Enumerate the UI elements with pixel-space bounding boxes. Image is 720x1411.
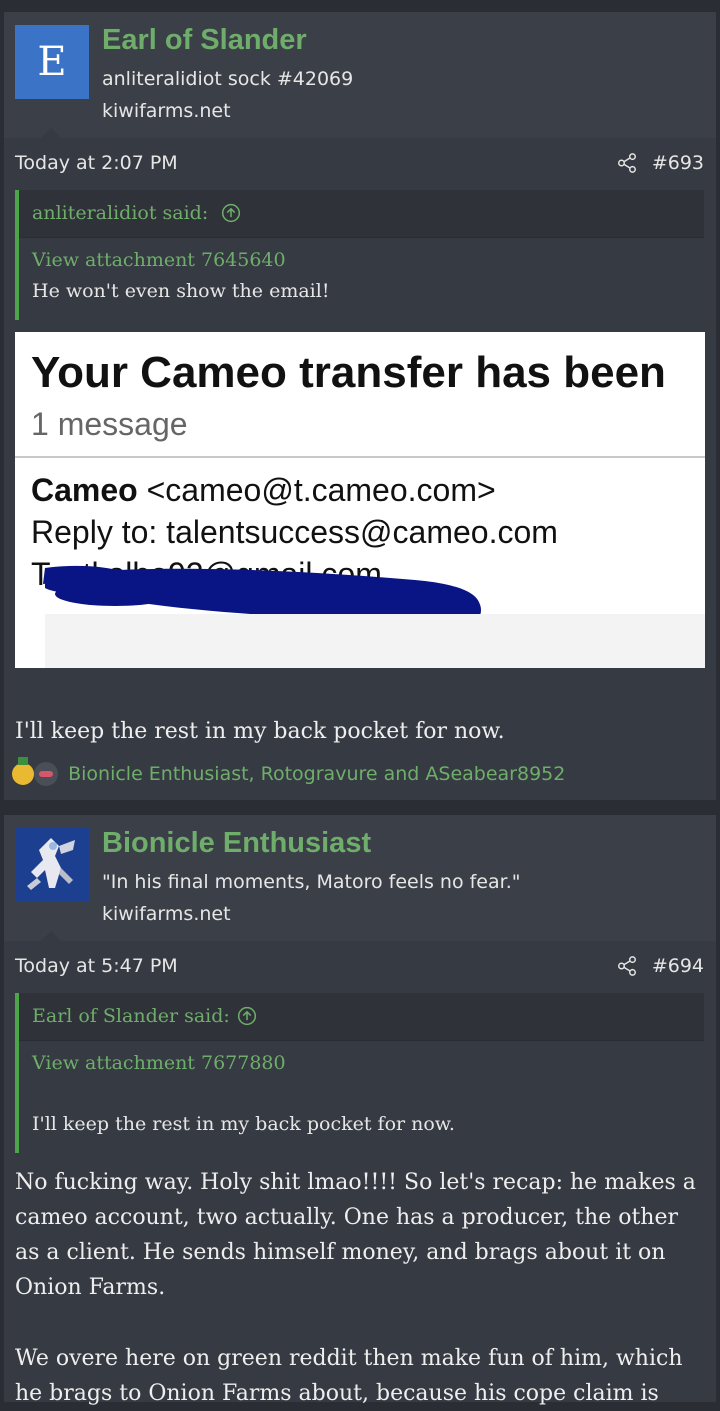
avatar[interactable] [15,828,89,902]
post-meta: Today at 2:07 PM #693 [4,138,716,186]
quote-body: View attachment 7645640 He won't even sh… [19,238,704,320]
reactions-names[interactable]: Bionicle Enthusiast, Rotogravure and ASe… [68,763,565,785]
share-icon[interactable] [616,955,638,977]
body-line: We overe here on green reddit then make … [15,1346,683,1371]
quote-body: View attachment 7677880 I'll keep the re… [19,1041,704,1153]
body-line-blank [15,1305,705,1341]
user-site: kiwifarms.net [102,100,231,122]
user-site: kiwifarms.net [102,903,231,925]
attachment-link[interactable]: View attachment 7645640 [32,249,286,271]
post-date[interactable]: Today at 2:07 PM [15,152,178,174]
post-date[interactable]: Today at 5:47 PM [15,955,178,977]
user-title: anliteralidiot sock #42069 [102,68,354,90]
body-line: as a client. He sends himself money, and… [15,1240,666,1265]
quote-text: I'll keep the rest in my back pocket for… [32,1113,455,1135]
quote-block: anliteralidiot said: View attachment 764… [15,190,704,320]
body-line: he brags to Onion Farms about, because h… [15,1381,659,1406]
medal-icon [12,757,34,785]
attachment-link[interactable]: View attachment 7677880 [32,1052,286,1074]
quote-author[interactable]: anliteralidiot said: [32,202,208,224]
email-screenshot[interactable]: Your Cameo transfer has been 1 message C… [15,332,705,668]
user-title: "In his final moments, Matoro feels no f… [102,871,521,893]
email-fade-bottom [45,614,705,668]
share-icon[interactable] [616,152,638,174]
username[interactable]: Bionicle Enthusiast [102,827,371,860]
post-number[interactable]: #693 [652,152,704,174]
post-meta: Today at 5:47 PM #694 [4,941,716,989]
quote-text: He won't even show the email! [32,280,330,302]
body-line: Onion Farms. [15,1275,166,1300]
post-header: Bionicle Enthusiast "In his final moment… [4,815,716,941]
post-number[interactable]: #694 [652,955,704,977]
post-body: No fucking way. Holy shit lmao!!!! So le… [15,1165,705,1411]
post-693: E Earl of Slander anliteralidiot sock #4… [4,12,716,800]
body-line: cameo account, two actually. One has a p… [15,1205,678,1230]
reactions-bar[interactable]: Bionicle Enthusiast, Rotogravure and ASe… [12,757,565,786]
arrow-up-circle-icon[interactable] [237,1006,257,1026]
username[interactable]: Earl of Slander [102,24,307,57]
post-body: I'll keep the rest in my back pocket for… [15,719,505,744]
lips-icon [34,762,59,786]
quote-block: Earl of Slander said: View attachment 76… [15,993,704,1153]
quote-header[interactable]: Earl of Slander said: [19,993,704,1041]
body-line: No fucking way. Holy shit lmao!!!! So le… [15,1170,696,1195]
header-notch [41,128,61,138]
avatar[interactable]: E [15,25,89,99]
arrow-up-circle-icon[interactable] [221,203,241,223]
post-header: E Earl of Slander anliteralidiot sock #4… [4,12,716,138]
quote-header[interactable]: anliteralidiot said: [19,190,704,238]
post-694: Bionicle Enthusiast "In his final moment… [4,815,716,1406]
quote-author[interactable]: Earl of Slander said: [32,1005,230,1027]
bionicle-avatar-image [15,828,89,902]
header-notch [41,931,61,941]
